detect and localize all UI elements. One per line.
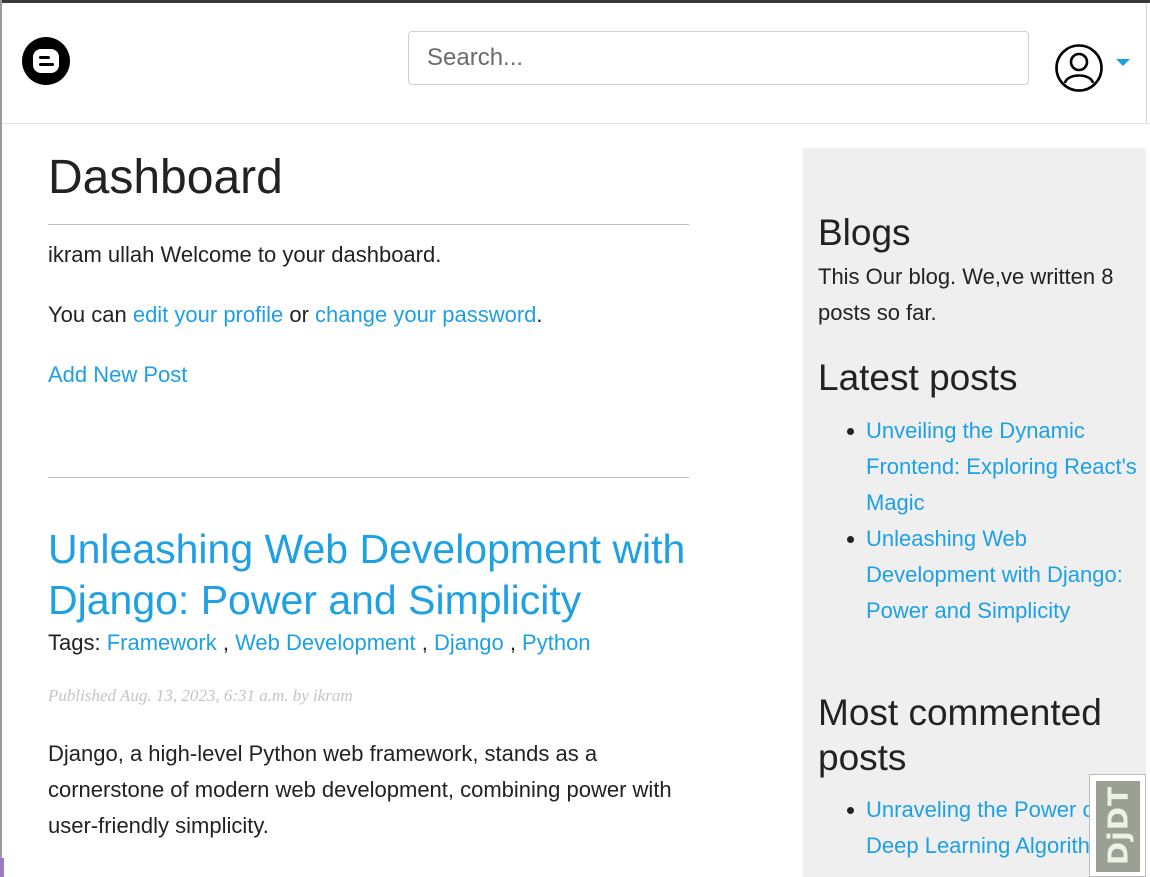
profile-prefix-text: You can — [48, 302, 133, 327]
tag-separator: , — [503, 630, 523, 655]
welcome-text: ikram ullah Welcome to your dashboard. — [48, 242, 442, 267]
tag-separator: , — [216, 630, 236, 655]
divider — [48, 477, 689, 478]
post-tags: Tags: Framework , Web Development , Djan… — [48, 627, 591, 659]
tag-link[interactable]: Framework — [107, 630, 217, 655]
latest-posts-list: Unveiling the Dynamic Frontend: Explorin… — [818, 413, 1138, 629]
period-text: . — [536, 302, 543, 327]
divider — [48, 224, 689, 225]
debug-toolbar-label: DjDT — [1101, 785, 1135, 866]
window-corner-accent — [0, 858, 4, 877]
tags-label: Tags: — [48, 630, 107, 655]
tag-separator: , — [415, 630, 434, 655]
latest-posts-heading: Latest posts — [818, 357, 1018, 398]
add-new-post-link[interactable]: Add New Post — [48, 362, 187, 387]
post-excerpt: Django, a high-level Python web framewor… — [48, 741, 672, 838]
post-meta: Published Aug. 13, 2023, 6:31 a.m. by ik… — [48, 686, 353, 705]
debug-toolbar-badge: DjDT — [1096, 781, 1140, 872]
user-avatar-icon[interactable] — [1054, 43, 1104, 93]
add-post-container: Add New Post — [48, 359, 187, 391]
list-item: Unleashing Web Development with Django: … — [818, 521, 1138, 629]
debug-toolbar-handle[interactable]: DjDT — [1089, 774, 1146, 877]
search-input[interactable] — [408, 31, 1029, 85]
window-left-border — [0, 0, 2, 877]
blogger-logo-icon[interactable] — [22, 37, 70, 85]
blogs-heading: Blogs — [818, 212, 911, 253]
most-commented-heading: Most commented posts — [818, 692, 1102, 778]
tag-link[interactable]: Web Development — [235, 630, 416, 655]
blogs-description: This Our blog. We,ve written 8 posts so … — [818, 264, 1114, 325]
sidebar: Blogs This Our blog. We,ve written 8 pos… — [803, 148, 1146, 877]
most-commented-post-link[interactable]: Unraveling the Power of Deep Learning Al… — [866, 797, 1119, 858]
header-right-border — [1146, 3, 1147, 123]
chevron-down-icon[interactable] — [1116, 59, 1130, 66]
list-item: Unveiling the Dynamic Frontend: Explorin… — [818, 413, 1138, 521]
tag-link[interactable]: Django — [434, 630, 504, 655]
profile-links-line: You can edit your profile or change your… — [48, 299, 543, 331]
site-header — [2, 3, 1150, 124]
change-password-link[interactable]: change your password — [315, 302, 536, 327]
latest-post-link[interactable]: Unleashing Web Development with Django: … — [866, 526, 1123, 623]
latest-post-link[interactable]: Unveiling the Dynamic Frontend: Explorin… — [866, 418, 1137, 515]
post-title-link[interactable]: Unleashing Web Development with Django: … — [48, 524, 698, 626]
page-title: Dashboard — [48, 151, 283, 204]
edit-profile-link[interactable]: edit your profile — [133, 302, 283, 327]
or-text: or — [283, 302, 316, 327]
tag-link[interactable]: Python — [522, 630, 591, 655]
